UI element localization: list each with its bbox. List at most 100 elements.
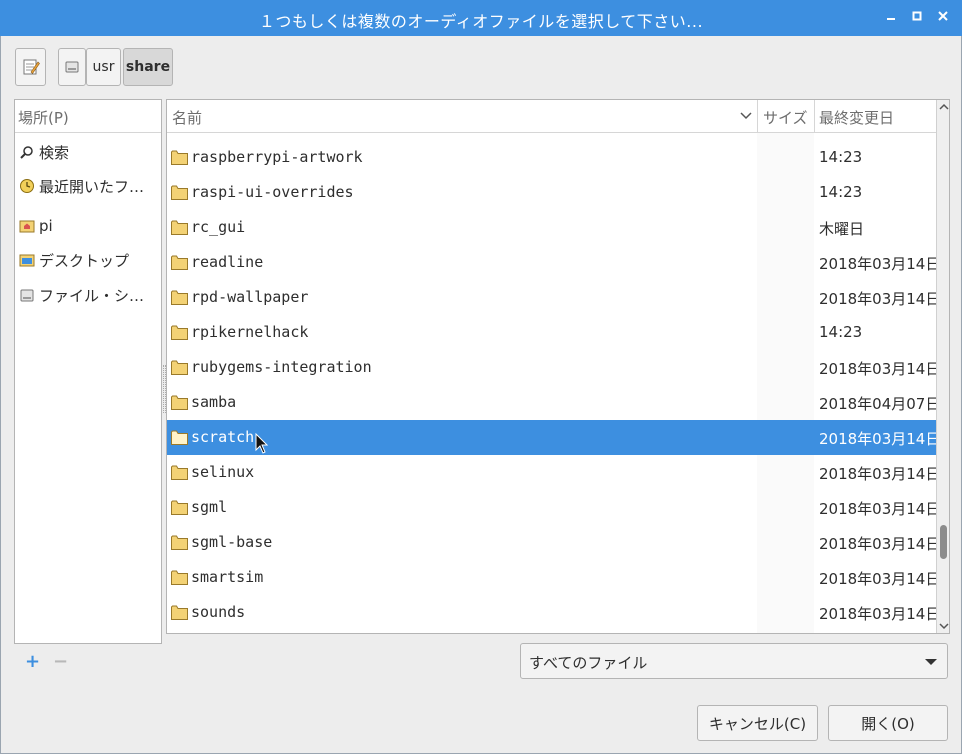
file-name: rpikernelhack bbox=[191, 323, 309, 341]
folder-icon bbox=[171, 605, 188, 620]
window-title: １つもしくは複数のオーディオファイルを選択して下さい... bbox=[258, 12, 704, 31]
path-crumb-usr[interactable]: usr bbox=[86, 48, 121, 86]
file-modified: 2018年03月14日 bbox=[819, 290, 941, 308]
sidebar-item-search[interactable]: 検索 bbox=[15, 140, 161, 164]
file-modified: 2018年03月14日 bbox=[819, 430, 941, 448]
file-name: raspberrypi-artwork bbox=[191, 148, 363, 166]
column-header-size[interactable]: サイズ bbox=[757, 100, 814, 133]
file-name: smartsim bbox=[191, 568, 264, 586]
folder-icon bbox=[171, 185, 188, 200]
scroll-down-icon[interactable] bbox=[937, 619, 950, 633]
close-icon bbox=[938, 11, 948, 21]
folder-icon bbox=[171, 150, 188, 165]
file-name: sounds bbox=[191, 603, 246, 621]
title-bar: １つもしくは複数のオーディオファイルを選択して下さい... bbox=[0, 0, 962, 36]
file-modified: 14:23 bbox=[819, 323, 863, 341]
file-row[interactable]: selinux 2018年03月14日 bbox=[167, 455, 940, 490]
cancel-button[interactable]: キャンセル(C) bbox=[697, 705, 818, 741]
file-row[interactable]: sounds 2018年03月14日 bbox=[167, 595, 940, 630]
drive-icon bbox=[19, 287, 35, 303]
sidebar-item-home[interactable]: pi bbox=[15, 214, 161, 238]
sort-descending-icon bbox=[740, 112, 752, 120]
file-row[interactable]: rpikernelhack 14:23 bbox=[167, 315, 936, 350]
desktop-icon bbox=[19, 252, 35, 268]
scroll-up-icon[interactable] bbox=[937, 100, 950, 114]
sidebar-item-label: ファイル・シ… bbox=[39, 286, 145, 305]
maximize-button[interactable] bbox=[907, 8, 927, 28]
file-name: sgml-base bbox=[191, 533, 273, 551]
file-name: rpd-wallpaper bbox=[191, 288, 309, 306]
file-row[interactable]: scratch 2018年03月14日 bbox=[167, 420, 940, 455]
drive-icon bbox=[65, 61, 79, 73]
folder-icon bbox=[171, 465, 188, 480]
path-root-button[interactable] bbox=[58, 48, 86, 86]
path-crumb-share[interactable]: share bbox=[123, 48, 173, 86]
sidebar-item-label: デスクトップ bbox=[39, 251, 130, 270]
home-folder-icon bbox=[19, 218, 35, 234]
file-list: 名前 サイズ 最終変更日 raspberrypi-artwork 14:23 ras… bbox=[166, 99, 950, 634]
sidebar-item-desktop[interactable]: デスクトップ bbox=[15, 248, 161, 272]
file-modified: 2018年03月14日 bbox=[819, 500, 941, 518]
folder-icon bbox=[171, 290, 188, 305]
remove-bookmark-button[interactable]: − bbox=[53, 651, 68, 672]
file-row[interactable]: raspberrypi-artwork 14:23 bbox=[167, 140, 936, 175]
file-filter-dropdown[interactable]: すべてのファイル bbox=[520, 643, 948, 679]
folder-icon bbox=[171, 255, 188, 270]
filter-selected-label: すべてのファイル bbox=[529, 654, 648, 672]
minimize-icon bbox=[887, 18, 895, 20]
file-row[interactable]: readline 2018年03月14日 bbox=[167, 245, 940, 280]
sidebar-item-label: 検索 bbox=[39, 143, 70, 162]
sidebar-item-label: 最近開いたフ… bbox=[39, 177, 145, 196]
mouse-cursor-icon bbox=[255, 433, 269, 454]
dropdown-arrow-icon bbox=[925, 659, 937, 665]
folder-icon bbox=[171, 430, 188, 445]
sidebar-item-label: pi bbox=[39, 217, 53, 235]
file-name: sgml bbox=[191, 498, 228, 516]
maximize-icon bbox=[912, 11, 922, 21]
file-modified: 2018年03月14日 bbox=[819, 535, 941, 553]
folder-icon bbox=[171, 360, 188, 375]
folder-icon bbox=[171, 325, 188, 340]
file-name: rc_gui bbox=[191, 218, 246, 236]
file-row[interactable]: raspi-ui-overrides 14:23 bbox=[167, 175, 936, 210]
file-row[interactable]: smartsim 2018年03月14日 bbox=[167, 560, 940, 595]
places-sidebar: 場所(P) 検索 最近開いたフ… pi デスクトップ ファイル・シ… bbox=[14, 99, 162, 644]
file-name: scratch bbox=[191, 428, 255, 446]
file-modified: 木曜日 bbox=[819, 220, 865, 238]
column-header-modified[interactable]: 最終変更日 bbox=[814, 100, 936, 133]
close-button[interactable] bbox=[933, 8, 953, 28]
file-name: readline bbox=[191, 253, 264, 271]
file-modified: 2018年03月14日 bbox=[819, 605, 941, 623]
places-header: 場所(P) bbox=[15, 100, 161, 133]
file-row[interactable]: rpd-wallpaper 2018年03月14日 bbox=[167, 280, 940, 315]
column-header-name[interactable]: 名前 bbox=[172, 100, 757, 133]
search-icon bbox=[19, 144, 35, 160]
file-modified: 14:23 bbox=[819, 148, 863, 166]
file-modified: 2018年03月14日 bbox=[819, 465, 941, 483]
file-row[interactable]: rubygems-integration 2018年03月14日 bbox=[167, 350, 940, 385]
column-modified-label: 最終変更日 bbox=[819, 109, 895, 127]
folder-icon bbox=[171, 500, 188, 515]
vertical-scrollbar[interactable] bbox=[936, 100, 950, 633]
file-name: samba bbox=[191, 393, 237, 411]
folder-icon bbox=[171, 395, 188, 410]
sidebar-item-recent[interactable]: 最近開いたフ… bbox=[15, 174, 161, 198]
open-button[interactable]: 開く(O) bbox=[828, 705, 948, 741]
minimize-button[interactable] bbox=[881, 8, 901, 28]
scrollbar-thumb[interactable] bbox=[940, 525, 947, 559]
file-name: raspi-ui-overrides bbox=[191, 183, 354, 201]
file-row[interactable]: sgml-base 2018年03月14日 bbox=[167, 525, 940, 560]
folder-icon bbox=[171, 570, 188, 585]
add-bookmark-button[interactable]: + bbox=[25, 651, 40, 672]
file-row[interactable]: rc_gui 木曜日 bbox=[167, 210, 936, 245]
sidebar-item-filesystem[interactable]: ファイル・シ… bbox=[15, 283, 161, 307]
file-row[interactable]: samba 2018年04月07日 bbox=[167, 385, 940, 420]
file-modified: 2018年03月14日 bbox=[819, 570, 941, 588]
edit-location-icon bbox=[23, 59, 40, 75]
recent-icon bbox=[19, 178, 35, 194]
file-modified: 14:23 bbox=[819, 183, 863, 201]
type-location-button[interactable] bbox=[15, 48, 46, 86]
file-row[interactable]: sgml 2018年03月14日 bbox=[167, 490, 940, 525]
folder-icon bbox=[171, 220, 188, 235]
file-modified: 2018年04月07日 bbox=[819, 395, 941, 413]
